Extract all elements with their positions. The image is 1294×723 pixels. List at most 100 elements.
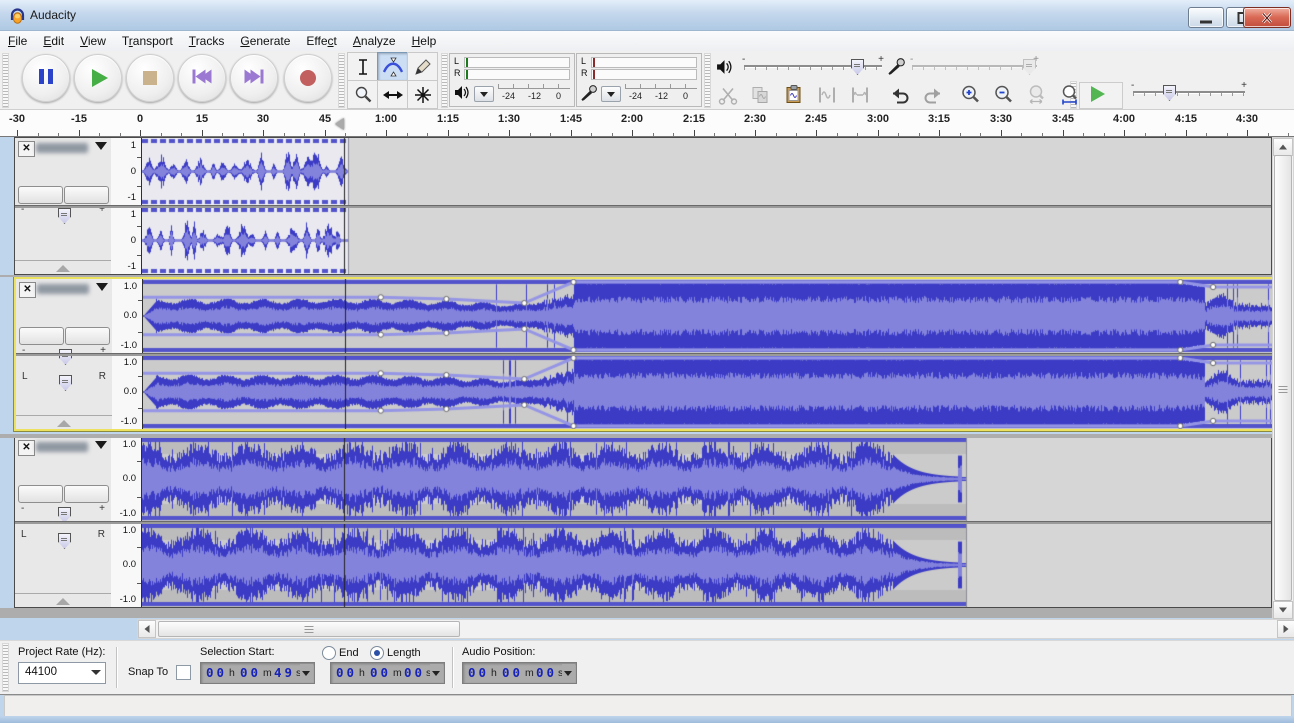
recording-meter-dropdown[interactable] [601, 86, 621, 102]
undo-button[interactable] [884, 82, 915, 107]
envelope-tool-button[interactable] [377, 52, 408, 81]
meter-toolbar-grip[interactable] [441, 53, 448, 108]
gain-slider[interactable]: -+ [23, 206, 103, 222]
mute-button[interactable] [18, 485, 63, 503]
title-bar[interactable]: Audacity [0, 0, 1294, 31]
playback-meter-dropdown[interactable] [474, 86, 494, 102]
vertical-scrollbar[interactable] [1272, 137, 1294, 620]
menu-effect[interactable]: Effect [298, 31, 344, 51]
recording-meter-bar-r[interactable] [591, 69, 697, 80]
playback-meter[interactable]: L R -24 -12 0 [449, 53, 575, 107]
transport-toolbar-grip[interactable] [2, 53, 9, 108]
length-radio[interactable] [370, 646, 384, 660]
skip-to-start-button[interactable] [178, 54, 226, 102]
recording-meter[interactable]: L R -24 -12 0 [576, 53, 702, 107]
mute-button[interactable] [19, 327, 64, 345]
zoom-tool-button[interactable] [347, 80, 378, 109]
track-menu-dropdown[interactable] [96, 283, 108, 291]
project-rate-combo[interactable]: 44100 [18, 662, 106, 684]
menu-tracks[interactable]: Tracks [181, 31, 233, 51]
track-close-button[interactable]: ✕ [19, 282, 36, 298]
output-volume-thumb[interactable] [851, 59, 864, 75]
skip-to-end-button[interactable] [230, 54, 278, 102]
zoom-in-button[interactable] [955, 82, 986, 107]
output-volume-slider[interactable]: - + [744, 56, 882, 74]
waveform-channel-left[interactable] [143, 279, 1272, 353]
chevron-down-icon[interactable] [430, 664, 443, 682]
draw-tool-button[interactable] [407, 52, 438, 81]
waveform-channel-right[interactable] [142, 523, 1271, 607]
chevron-down-icon[interactable] [562, 664, 575, 682]
playback-meter-bar-r[interactable] [464, 69, 570, 80]
mixer-toolbar-grip[interactable] [704, 53, 711, 108]
solo-button[interactable] [64, 186, 109, 204]
snap-to-checkbox[interactable] [176, 665, 191, 680]
pan-slider[interactable]: LR [24, 373, 104, 389]
solo-button[interactable] [64, 485, 109, 503]
track-title-redacted[interactable] [36, 442, 88, 452]
track-close-button[interactable]: ✕ [18, 141, 35, 157]
selection-start-field[interactable]: 00h 00m 49s [200, 662, 315, 684]
stop-button[interactable] [126, 54, 174, 102]
waveform-channel-right[interactable] [142, 207, 1271, 274]
multi-tool-button[interactable] [407, 80, 438, 109]
chevron-down-icon[interactable] [300, 664, 313, 682]
selection-tool-button[interactable] [347, 52, 378, 81]
menu-transport[interactable]: Transport [114, 31, 181, 51]
track-collapse-button[interactable] [16, 415, 112, 429]
vertical-ruler[interactable]: 1.00.0-1.0 [111, 437, 142, 521]
playback-speed-slider[interactable]: - + [1133, 82, 1245, 100]
zoom-out-button[interactable] [988, 82, 1019, 107]
end-radio[interactable] [322, 646, 336, 660]
play-button[interactable] [74, 54, 122, 102]
recording-meter-bar-l[interactable] [591, 57, 697, 68]
track-menu-dropdown[interactable] [95, 142, 107, 150]
track-close-button[interactable]: ✕ [18, 440, 35, 456]
record-button[interactable] [284, 54, 332, 102]
timeline-ruler[interactable]: -30-1501530451:001:151:301:452:002:152:3… [0, 110, 1294, 137]
waveform-channel-left[interactable] [142, 138, 1271, 205]
selection-length-field[interactable]: 00h 00m 00s [330, 662, 445, 684]
vertical-ruler[interactable]: 1.00.0-1.0 [112, 279, 143, 353]
waveform-channel-left[interactable] [142, 437, 1271, 521]
track-title-redacted[interactable] [37, 284, 89, 294]
selection-toolbar-grip[interactable] [2, 643, 9, 692]
play-at-speed-button[interactable] [1079, 82, 1123, 109]
track-title-redacted[interactable] [36, 143, 88, 153]
timeshift-tool-button[interactable] [377, 80, 408, 109]
pause-button[interactable] [22, 54, 70, 102]
scroll-left-button[interactable] [138, 620, 156, 638]
audio-position-field[interactable]: 00h 00m 00s [462, 662, 577, 684]
timeline-pointer[interactable] [335, 118, 344, 130]
vertical-ruler[interactable]: 1.00.0-1.0 [112, 355, 143, 429]
menu-analyze[interactable]: Analyze [345, 31, 404, 51]
vertical-ruler[interactable]: 1.00.0-1.0 [111, 523, 142, 607]
waveform-channel-right[interactable] [143, 355, 1272, 429]
menu-file[interactable]: File [0, 31, 35, 51]
solo-button[interactable] [65, 327, 110, 345]
horizontal-scrollbar[interactable] [137, 619, 1294, 639]
track-collapse-button[interactable] [15, 593, 111, 607]
vertical-ruler[interactable]: 10-1 [111, 207, 142, 274]
tools-toolbar-grip[interactable] [338, 53, 345, 108]
playback-speed-thumb[interactable] [1163, 85, 1176, 101]
close-button[interactable] [1243, 7, 1291, 28]
horizontal-scroll-thumb[interactable] [158, 621, 460, 637]
menu-view[interactable]: View [72, 31, 114, 51]
scroll-right-button[interactable] [1277, 620, 1294, 638]
pan-slider[interactable]: LR [23, 531, 103, 547]
scroll-up-button[interactable] [1273, 138, 1293, 156]
menu-help[interactable]: Help [404, 31, 445, 51]
track-collapse-button[interactable] [15, 260, 111, 274]
mute-button[interactable] [18, 186, 63, 204]
vertical-scroll-thumb[interactable] [1274, 155, 1292, 601]
vertical-ruler[interactable]: 10-1 [111, 138, 142, 205]
gain-slider[interactable]: -+ [23, 505, 103, 521]
fit-project-button[interactable] [1054, 82, 1085, 107]
track-menu-dropdown[interactable] [95, 441, 107, 449]
menu-generate[interactable]: Generate [232, 31, 298, 51]
playback-meter-bar-l[interactable] [464, 57, 570, 68]
scroll-down-button[interactable] [1273, 601, 1293, 619]
menu-edit[interactable]: Edit [35, 31, 72, 51]
paste-button[interactable] [778, 82, 809, 107]
